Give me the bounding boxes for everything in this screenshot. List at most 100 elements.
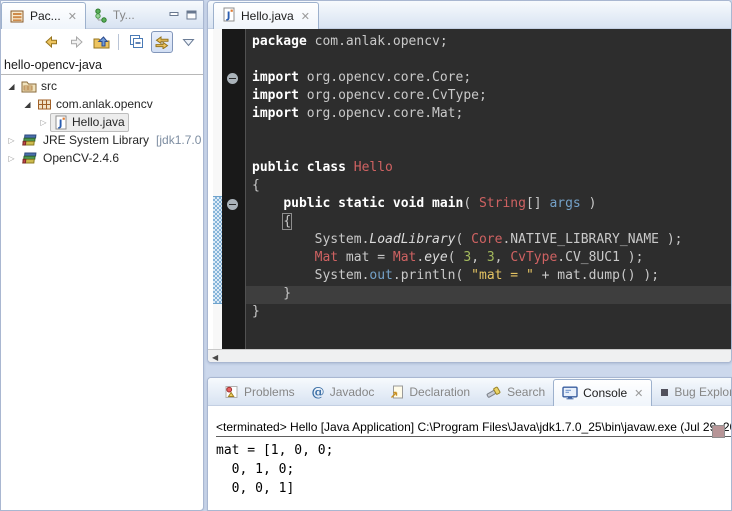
expand-arrow-icon[interactable]: ▷ — [5, 136, 18, 145]
tree-item-hello-java[interactable]: ▷JHello.java — [1, 113, 203, 131]
close-icon[interactable]: ✕ — [634, 387, 643, 400]
tree-item-content: OpenCV-2.4.6 — [18, 150, 122, 167]
javadoc-icon: @ — [311, 385, 325, 399]
svg-text:J: J — [58, 118, 63, 129]
forward-arrow-button[interactable] — [66, 32, 86, 52]
code-line[interactable]: System.LoadLibrary( Core.NATIVE_LIBRARY_… — [246, 232, 731, 250]
code-line[interactable]: System.out.println( "mat = " + mat.dump(… — [246, 268, 731, 286]
package-explorer-view: Pac...✕Ty... hello-opencv-java ◢src◢com.… — [0, 0, 204, 511]
view-tab-bug-explorer[interactable]: Bug Explorer — [652, 379, 732, 405]
maximize-icon[interactable] — [186, 10, 197, 20]
console-output[interactable]: mat = [1, 0, 0; 0, 1, 0; 0, 0, 1] — [216, 441, 731, 498]
view-tab-label: Console — [583, 386, 627, 400]
tree-item-com-anlak-opencv[interactable]: ◢com.anlak.opencv — [1, 95, 203, 113]
diff-annotation — [213, 196, 222, 304]
view-tab-pac[interactable]: Pac... ✕ — [1, 2, 86, 29]
bottom-view-tabbar: Problems@JavadocDeclarationSearchConsole… — [208, 378, 731, 406]
code-line[interactable]: public static void main( String[] args ) — [246, 196, 731, 214]
package-folder-icon — [21, 79, 37, 93]
link-with-editor-icon — [154, 35, 170, 49]
up-navigation-button[interactable] — [91, 32, 111, 52]
code-area[interactable]: package com.anlak.opencv; import org.ope… — [246, 29, 731, 349]
annotation-ruler — [213, 29, 222, 349]
java-file-icon: J — [54, 115, 68, 130]
tree-item-jre-system-library[interactable]: ▷ JRE System Library [jdk1.7.0 — [1, 131, 203, 149]
forward-arrow-icon — [68, 34, 85, 50]
library-icon — [21, 152, 39, 165]
view-tab-search[interactable]: Search — [478, 379, 553, 405]
expand-arrow-icon[interactable]: ▷ — [37, 118, 50, 127]
eclipse-workbench: Pac...✕Ty... hello-opencv-java ◢src◢com.… — [0, 0, 732, 511]
console-output-line: 0, 1, 0; — [216, 460, 731, 479]
editor-horizontal-scrollbar[interactable]: ◀ — [208, 349, 731, 363]
declaration-icon — [390, 385, 404, 399]
code-line[interactable]: package com.anlak.opencv; — [246, 34, 731, 52]
code-line[interactable]: { — [246, 178, 731, 196]
code-line-current[interactable]: } — [246, 286, 731, 304]
code-line[interactable]: public class Hello — [246, 160, 731, 178]
tree-item-content: JRE System Library [jdk1.7.0 — [18, 132, 204, 149]
project-root-label[interactable]: hello-opencv-java — [1, 55, 203, 74]
project-tree: ◢src◢com.anlak.opencv▷JHello.java▷JRE Sy… — [1, 75, 203, 167]
package-explorer-toolbar — [1, 29, 203, 55]
code-line[interactable]: import org.opencv.core.CvType; — [246, 88, 731, 106]
view-tab-problems[interactable]: Problems — [216, 379, 303, 405]
close-icon[interactable]: ✕ — [68, 10, 77, 23]
view-tab-declaration[interactable]: Declaration — [382, 379, 478, 405]
editor-tab-label: Hello.java — [241, 9, 294, 23]
view-tab-console[interactable]: Console ✕ — [553, 379, 652, 406]
tree-item-label: OpenCV-2.4.6 — [43, 151, 119, 165]
tree-item-opencv-2-4-6[interactable]: ▷ OpenCV-2.4.6 — [1, 149, 203, 167]
collapse-all-button[interactable] — [126, 32, 146, 52]
link-with-editor-button[interactable] — [151, 31, 173, 53]
expand-arrow-icon[interactable]: ▷ — [5, 154, 18, 163]
up-navigation-icon — [93, 34, 110, 50]
code-editor[interactable]: package com.anlak.opencv; import org.ope… — [213, 29, 731, 349]
scroll-left-arrow-icon[interactable]: ◀ — [208, 353, 218, 362]
fold-collapse-icon[interactable] — [227, 73, 238, 84]
view-menu-button[interactable] — [178, 32, 198, 52]
toolbar-separator — [118, 34, 119, 50]
view-menu-icon — [182, 37, 195, 47]
terminate-button[interactable] — [712, 425, 725, 438]
view-tab-label: Ty... — [113, 8, 135, 22]
editor-area: J Hello.java ✕ package com.anlak.opencv;… — [207, 0, 732, 363]
view-tab-label: Problems — [244, 385, 295, 399]
tree-item-label: JRE System Library — [43, 133, 149, 147]
tree-item-content: src — [18, 78, 60, 95]
collapse-arrow-icon[interactable]: ◢ — [21, 100, 34, 109]
view-tab-javadoc[interactable]: @ Javadoc — [303, 379, 383, 405]
view-tab-label: Javadoc — [330, 385, 375, 399]
collapse-arrow-icon[interactable]: ◢ — [5, 82, 18, 91]
console-output-line: mat = [1, 0, 0; — [216, 441, 731, 460]
back-arrow-button[interactable] — [41, 32, 61, 52]
console-content[interactable]: <terminated> Hello [Java Application] C:… — [208, 420, 731, 511]
code-line[interactable]: Mat mat = Mat.eye( 3, 3, CvType.CV_8UC1 … — [246, 250, 731, 268]
console-process-title: <terminated> Hello [Java Application] C:… — [216, 420, 731, 437]
tree-item-decorator: [jdk1.7.0 — [156, 133, 201, 147]
close-icon[interactable]: ✕ — [301, 10, 310, 23]
code-line[interactable]: } — [246, 304, 731, 322]
folding-gutter — [222, 29, 246, 349]
view-tab-label: Pac... — [30, 9, 61, 23]
minimize-icon[interactable] — [169, 10, 180, 20]
tree-item-src[interactable]: ◢src — [1, 77, 203, 95]
editor-tab-hello-java[interactable]: J Hello.java ✕ — [213, 2, 319, 29]
svg-text:J: J — [226, 11, 231, 22]
left-view-tabbar: Pac... ✕ Ty... — [1, 1, 203, 29]
code-line[interactable] — [246, 124, 731, 142]
fold-collapse-icon[interactable] — [227, 199, 238, 210]
view-tab-ty[interactable]: Ty... — [86, 2, 143, 28]
collapse-all-icon — [128, 34, 145, 50]
code-line[interactable]: import org.opencv.core.Mat; — [246, 106, 731, 124]
code-line[interactable]: { — [246, 214, 731, 232]
code-line[interactable]: import org.opencv.core.Core; — [246, 70, 731, 88]
selected-tree-item: JHello.java — [50, 113, 129, 132]
back-arrow-icon — [43, 34, 60, 50]
console-view: Problems@JavadocDeclarationSearchConsole… — [207, 377, 732, 511]
tree-item-content: com.anlak.opencv — [34, 96, 156, 113]
svg-text:@: @ — [311, 385, 324, 399]
code-line[interactable] — [246, 52, 731, 70]
code-line[interactable] — [246, 142, 731, 160]
bug-icon — [660, 388, 669, 397]
